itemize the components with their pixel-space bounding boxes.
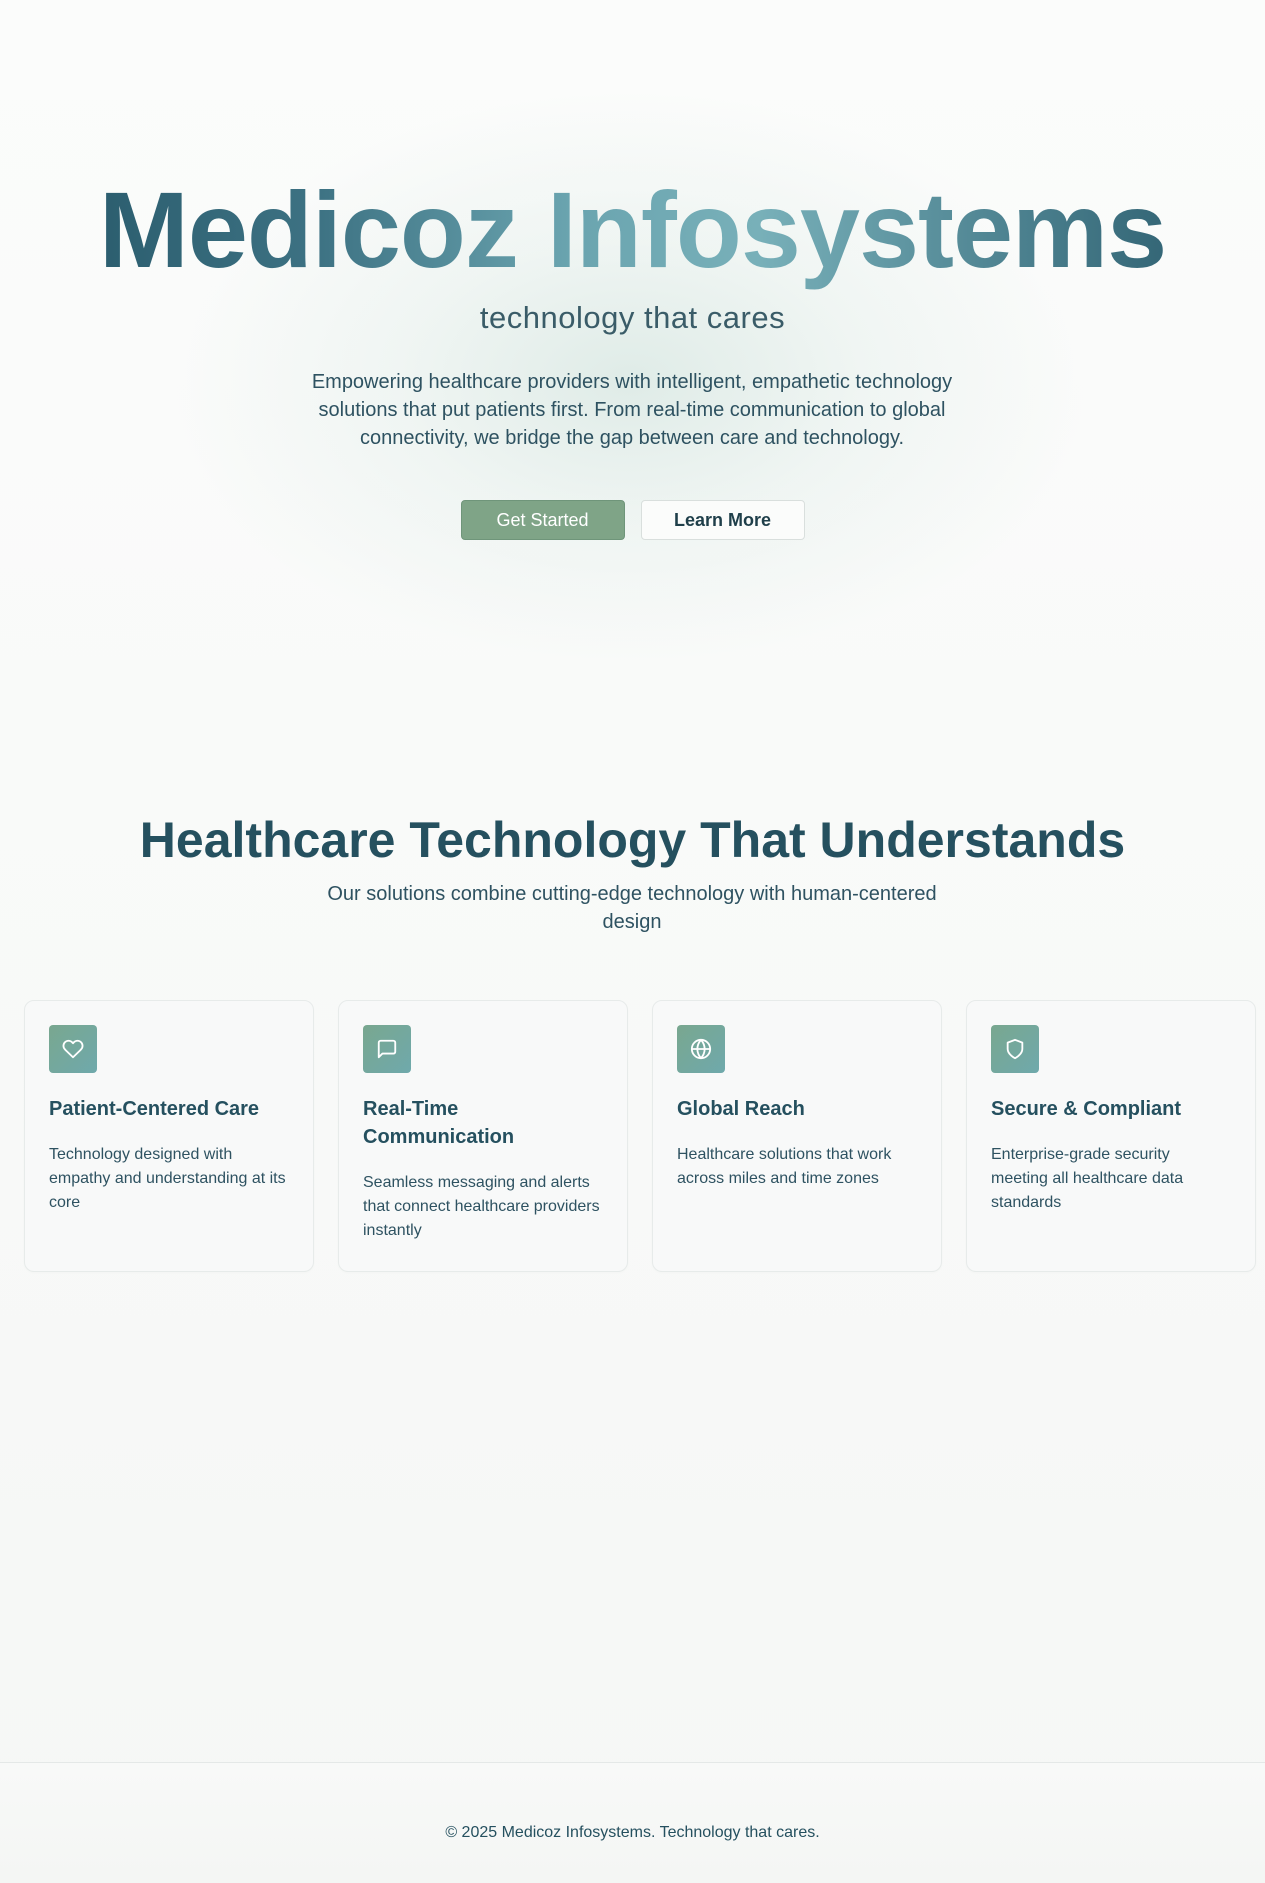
heart-icon (49, 1025, 97, 1073)
card-description: Enterprise-grade security meeting all he… (991, 1146, 1184, 1211)
feature-card-patient-care: Patient-Centered Care Technology designe… (24, 1000, 314, 1272)
card-description: Healthcare solutions that work across mi… (677, 1146, 892, 1187)
shield-icon (991, 1025, 1039, 1073)
hero-description: Empowering healthcare providers with int… (311, 371, 953, 449)
footer-copyright: © 2025 Medicoz Infosystems. Technology t… (445, 1824, 820, 1841)
footer: © 2025 Medicoz Infosystems. Technology t… (0, 1762, 1265, 1883)
hero-buttons: Get Started Learn More (0, 500, 1265, 540)
feature-card-global-reach: Global Reach Healthcare solutions that w… (652, 1000, 942, 1272)
card-description: Seamless messaging and alerts that conne… (363, 1174, 600, 1239)
card-title: Secure & Compliant (991, 1098, 1182, 1120)
card-title: Real-Time Communication (363, 1098, 515, 1148)
features-subtitle: Our solutions combine cutting-edge techn… (327, 883, 937, 933)
card-description: Technology designed with empathy and und… (49, 1146, 286, 1211)
message-icon (363, 1025, 411, 1073)
page: Medicoz Infosystems technology that care… (0, 0, 1265, 1883)
feature-card-realtime-communication: Real-Time Communication Seamless messagi… (338, 1000, 628, 1272)
globe-icon (677, 1025, 725, 1073)
features-title: Healthcare Technology That Understands (139, 812, 1126, 868)
card-title: Patient-Centered Care (49, 1098, 260, 1120)
card-title: Global Reach (677, 1098, 805, 1120)
learn-more-button[interactable]: Learn More (640, 500, 805, 540)
hero-title: Medicoz Infosystems (0, 170, 1265, 290)
feature-cards: Patient-Centered Care Technology designe… (24, 1000, 1256, 1272)
get-started-button[interactable]: Get Started (460, 500, 625, 540)
hero-tagline: technology that cares (479, 300, 786, 335)
feature-card-secure-compliant: Secure & Compliant Enterprise-grade secu… (966, 1000, 1256, 1272)
